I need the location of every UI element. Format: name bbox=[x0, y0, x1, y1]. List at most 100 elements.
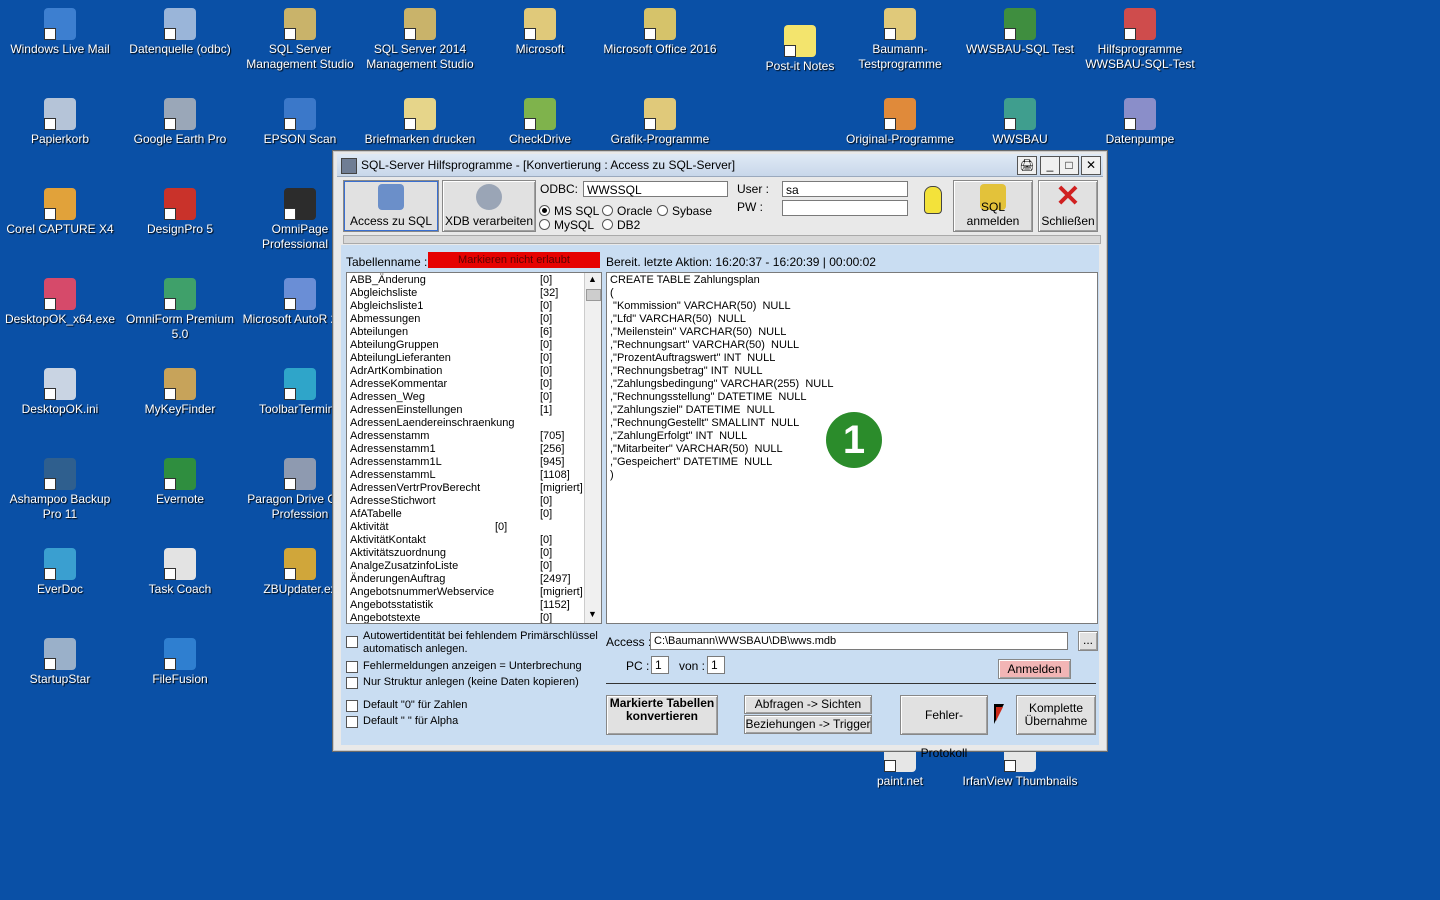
desktop-icon-label: Datenquelle (odbc) bbox=[129, 42, 231, 56]
list-item[interactable]: Angebotstexte [0] bbox=[350, 612, 586, 623]
checkbox[interactable] bbox=[346, 716, 358, 728]
list-item[interactable]: AngebotsnummerWebservice [migriert] bbox=[350, 586, 586, 599]
list-item[interactable]: ABB_Änderung [0] bbox=[350, 274, 586, 287]
desktop-icon[interactable]: Corel CAPTURE X4 bbox=[0, 188, 120, 237]
list-item[interactable]: Abmessungen [0] bbox=[350, 313, 586, 326]
desktop-icon[interactable]: Briefmarken drucken bbox=[360, 98, 480, 147]
print-icon[interactable]: 🖨 bbox=[1017, 156, 1037, 175]
list-item[interactable]: AdressenVertrProvBerecht [migriert] bbox=[350, 482, 586, 495]
desktop-icon[interactable]: Papierkorb bbox=[0, 98, 120, 147]
close-app-button[interactable]: ✕ Schließen bbox=[1038, 180, 1098, 232]
list-item[interactable]: Adressen_Weg [0] bbox=[350, 391, 586, 404]
maximize-button[interactable]: □ bbox=[1059, 156, 1079, 175]
access-path-field[interactable]: C:\Baumann\WWSBAU\DB\wws.mdb bbox=[650, 632, 1068, 650]
desktop-icon[interactable]: WWSBAU-SQL Test bbox=[960, 8, 1080, 57]
desktop-icon[interactable]: Hilfsprogramme WWSBAU-SQL-Test bbox=[1080, 8, 1200, 72]
scroll-up-icon[interactable]: ▲ bbox=[586, 274, 599, 287]
list-item[interactable]: AdressenLaendereinschraenkung bbox=[350, 417, 586, 430]
radio-oracle[interactable]: Oracle bbox=[602, 204, 652, 218]
list-item[interactable]: AdrArtKombination [0] bbox=[350, 365, 586, 378]
checkbox[interactable] bbox=[346, 636, 358, 648]
error-log-button[interactable]: Fehler- Protokoll bbox=[900, 695, 988, 760]
xdb-process-button[interactable]: XDB verarbeiten bbox=[442, 180, 536, 232]
close-button[interactable]: ✕ bbox=[1081, 156, 1101, 175]
list-item[interactable]: Angebotsstatistik [1152] bbox=[350, 599, 586, 612]
radio-sybase[interactable]: Sybase bbox=[657, 204, 712, 218]
desktop-icon[interactable]: Evernote bbox=[120, 458, 240, 507]
scroll-down-icon[interactable]: ▼ bbox=[586, 609, 599, 622]
checkbox[interactable] bbox=[346, 700, 358, 712]
access-to-sql-button[interactable]: Access zu SQL bbox=[343, 180, 439, 232]
list-item[interactable]: Adressenstamm1 [256] bbox=[350, 443, 586, 456]
desktop-icon[interactable]: StartupStar bbox=[0, 638, 120, 687]
list-item[interactable]: AbteilungLieferanten [0] bbox=[350, 352, 586, 365]
desktop-icon[interactable]: DesktopOK.ini bbox=[0, 368, 120, 417]
shortcut-icon bbox=[164, 548, 196, 580]
desktop-icon[interactable]: Ashampoo Backup Pro 11 bbox=[0, 458, 120, 522]
odbc-field[interactable]: WWSSQL bbox=[583, 181, 728, 197]
list-item[interactable]: AbteilungGruppen [0] bbox=[350, 339, 586, 352]
desktop-icon[interactable]: Google Earth Pro bbox=[120, 98, 240, 147]
list-item[interactable]: Abteilungen [6] bbox=[350, 326, 586, 339]
desktop-icon[interactable]: Grafik-Programme bbox=[600, 98, 720, 147]
title-bar[interactable]: SQL-Server Hilfsprogramme - [Konvertieru… bbox=[337, 154, 1103, 177]
browse-button[interactable]: ... bbox=[1078, 631, 1098, 651]
desktop-icon[interactable]: DesignPro 5 bbox=[120, 188, 240, 237]
minimize-button[interactable]: _ bbox=[1040, 156, 1060, 175]
table-list[interactable]: ▲ ▼ ABB_Änderung [0] Abgleichsliste [32] Abg… bbox=[346, 272, 602, 624]
von-field[interactable]: 1 bbox=[707, 656, 725, 674]
list-item[interactable]: Adressenstamm [705] bbox=[350, 430, 586, 443]
pc-field[interactable]: 1 bbox=[651, 656, 669, 674]
desktop-icon-label: Evernote bbox=[155, 492, 205, 506]
desktop-icon[interactable]: EverDoc bbox=[0, 548, 120, 597]
list-item[interactable]: Adressenstamm1L [945] bbox=[350, 456, 586, 469]
scroll-thumb[interactable] bbox=[586, 289, 601, 301]
convert-marked-button[interactable]: Markierte Tabellen konvertieren bbox=[606, 695, 718, 735]
list-item[interactable]: Abgleichsliste1 [0] bbox=[350, 300, 586, 313]
desktop-icon[interactable]: Original-Programme bbox=[840, 98, 960, 147]
desktop-icon[interactable]: Datenpumpe bbox=[1080, 98, 1200, 147]
desktop-icon[interactable]: Task Coach bbox=[120, 548, 240, 597]
queries-to-views-button[interactable]: Abfragen -> Sichten bbox=[744, 695, 872, 714]
table-name: AnalgeZusatzinfoListe bbox=[350, 560, 459, 572]
full-transfer-button[interactable]: Komplette Übernahme bbox=[1016, 695, 1096, 735]
desktop-icon[interactable]: Baumann-Testprogramme bbox=[840, 8, 960, 72]
list-item[interactable]: AdressenEinstellungen [1] bbox=[350, 404, 586, 417]
relations-to-triggers-button[interactable]: Beziehungen -> Trigger bbox=[744, 715, 872, 734]
desktop-icon[interactable]: Microsoft Office 2016 bbox=[600, 8, 720, 57]
desktop-icon[interactable]: MyKeyFinder bbox=[120, 368, 240, 417]
desktop-icon[interactable]: Datenquelle (odbc) bbox=[120, 8, 240, 57]
list-item[interactable]: AfATabelle [0] bbox=[350, 508, 586, 521]
lightbulb-icon[interactable] bbox=[924, 186, 942, 214]
desktop-icon[interactable]: Windows Live Mail bbox=[0, 8, 120, 57]
list-scrollbar[interactable]: ▲ ▼ bbox=[584, 273, 601, 623]
radio-mysql[interactable]: MySQL bbox=[539, 218, 594, 232]
list-item[interactable]: Abgleichsliste [32] bbox=[350, 287, 586, 300]
checkbox[interactable] bbox=[346, 677, 358, 689]
list-item[interactable]: Aktivität [0] bbox=[350, 521, 586, 534]
desktop-icon[interactable]: WWSBAU bbox=[960, 98, 1080, 147]
list-item[interactable]: AdressenstammL [1108] bbox=[350, 469, 586, 482]
anmelden-button[interactable]: Anmelden bbox=[998, 659, 1071, 679]
list-item[interactable]: AdresseKommentar [0] bbox=[350, 378, 586, 391]
desktop-icon[interactable]: EPSON Scan bbox=[240, 98, 360, 147]
desktop-icon[interactable]: FileFusion bbox=[120, 638, 240, 687]
radio-db2[interactable]: DB2 bbox=[602, 218, 640, 232]
sql-login-button[interactable]: SQL anmelden bbox=[953, 180, 1033, 232]
radio-ms-sql[interactable]: MS SQL bbox=[539, 204, 599, 218]
list-item[interactable]: AktivitätKontakt [0] bbox=[350, 534, 586, 547]
desktop-icon[interactable]: SQL Server Management Studio bbox=[240, 8, 360, 72]
list-item[interactable]: AdresseStichwort [0] bbox=[350, 495, 586, 508]
user-field[interactable]: sa bbox=[782, 181, 908, 197]
desktop-icon[interactable]: Microsoft bbox=[480, 8, 600, 57]
password-field[interactable] bbox=[782, 200, 908, 216]
gear-icon bbox=[476, 184, 502, 210]
desktop-icon[interactable]: CheckDrive bbox=[480, 98, 600, 147]
list-item[interactable]: Aktivitätszuordnung [0] bbox=[350, 547, 586, 560]
desktop-icon[interactable]: SQL Server 2014 Management Studio bbox=[360, 8, 480, 72]
desktop-icon[interactable]: DesktopOK_x64.exe bbox=[0, 278, 120, 327]
list-item[interactable]: AnalgeZusatzinfoListe [0] bbox=[350, 560, 586, 573]
checkbox[interactable] bbox=[346, 661, 358, 673]
desktop-icon[interactable]: OmniForm Premium 5.0 bbox=[120, 278, 240, 342]
list-item[interactable]: ÄnderungenAuftrag [2497] bbox=[350, 573, 586, 586]
